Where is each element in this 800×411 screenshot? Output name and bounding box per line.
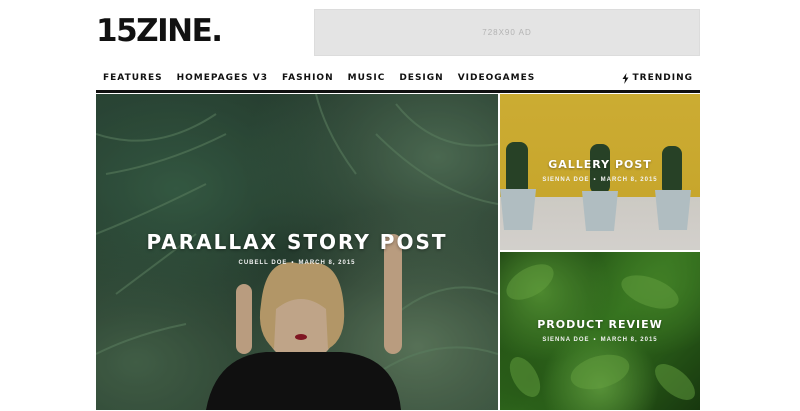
post-tile-gallery[interactable]: GALLERY POST SIENNA DOE • MARCH 8, 2015 [500, 94, 700, 250]
post-date: MARCH 8, 2015 [600, 177, 658, 183]
nav-item-fashion[interactable]: FASHION [275, 66, 341, 90]
ad-banner[interactable]: 728X90 AD [314, 9, 700, 56]
post-date: MARCH 8, 2015 [298, 260, 356, 266]
main-nav: FEATURES HOMEPAGES V3 FASHION MUSIC DESI… [96, 66, 700, 90]
post-tile-product-review[interactable]: PRODUCT REVIEW SIENNA DOE • MARCH 8, 2015 [500, 252, 700, 410]
post-caption-gallery: GALLERY POST SIENNA DOE • MARCH 8, 2015 [500, 158, 700, 183]
meta-separator: • [593, 337, 597, 343]
nav-divider [96, 90, 700, 93]
nav-item-design[interactable]: DESIGN [392, 66, 450, 90]
post-meta: CUBELL DOE • MARCH 8, 2015 [96, 260, 498, 266]
post-caption-review: PRODUCT REVIEW SIENNA DOE • MARCH 8, 2015 [500, 318, 700, 343]
ad-label: 728X90 AD [482, 28, 532, 37]
trending-label: TRENDING [632, 73, 693, 83]
meta-separator: • [291, 260, 295, 266]
post-meta: SIENNA DOE • MARCH 8, 2015 [500, 337, 700, 343]
post-meta: SIENNA DOE • MARCH 8, 2015 [500, 177, 700, 183]
page: 15ZINE. 728X90 AD FEATURES HOMEPAGES V3 … [0, 0, 800, 411]
post-author[interactable]: SIENNA DOE [542, 177, 589, 183]
post-title[interactable]: PRODUCT REVIEW [500, 318, 700, 331]
lightning-bolt-icon [622, 72, 628, 84]
post-tile-parallax-story[interactable]: PARALLAX STORY POST CUBELL DOE • MARCH 8, … [96, 94, 498, 410]
post-caption-main: PARALLAX STORY POST CUBELL DOE • MARCH 8, … [96, 230, 498, 266]
post-author[interactable]: SIENNA DOE [542, 337, 589, 343]
nav-item-music[interactable]: MUSIC [341, 66, 393, 90]
site-logo[interactable]: 15ZINE. [96, 14, 223, 48]
post-date: MARCH 8, 2015 [600, 337, 658, 343]
post-author[interactable]: CUBELL DOE [238, 260, 287, 266]
nav-item-homepages-v3[interactable]: HOMEPAGES V3 [170, 66, 275, 90]
nav-item-features[interactable]: FEATURES [96, 66, 170, 90]
nav-item-videogames[interactable]: VIDEOGAMES [451, 66, 543, 90]
post-title[interactable]: PARALLAX STORY POST [96, 230, 498, 254]
post-title[interactable]: GALLERY POST [500, 158, 700, 171]
meta-separator: • [593, 177, 597, 183]
trending-button[interactable]: TRENDING [615, 66, 701, 90]
